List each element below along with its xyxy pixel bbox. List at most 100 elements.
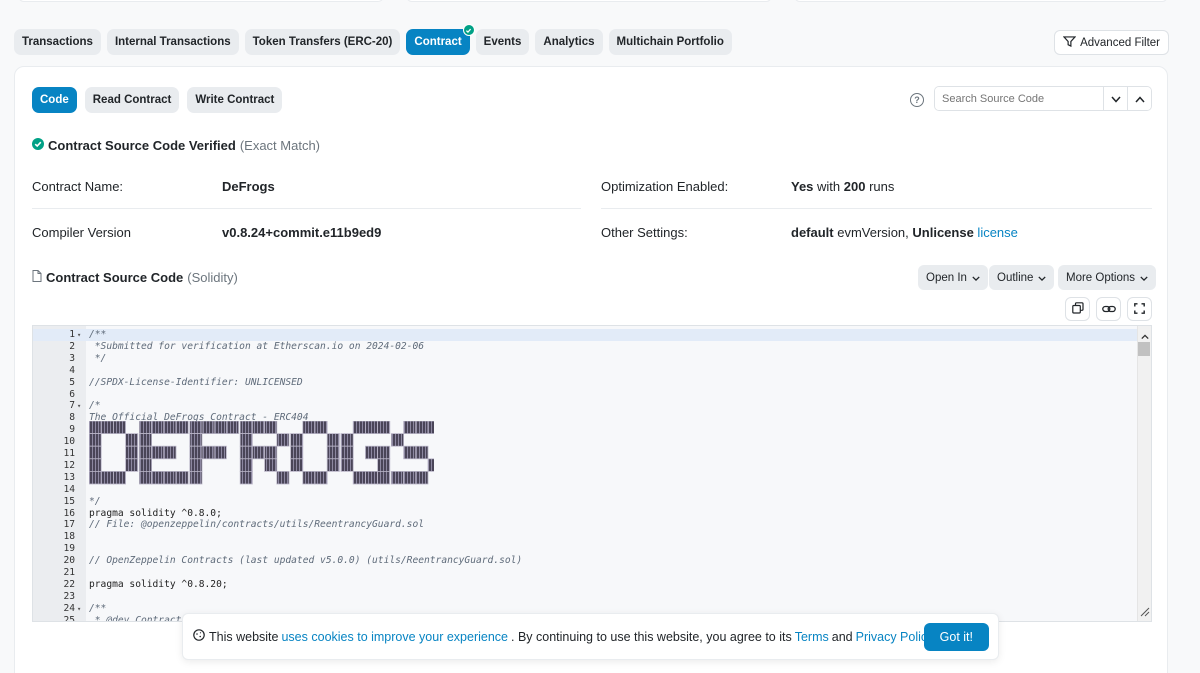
tab-transactions[interactable]: Transactions	[14, 29, 101, 55]
got-it-button[interactable]: Got it!	[923, 623, 989, 651]
ascii-pixel	[276, 471, 290, 485]
ascii-pixel	[264, 458, 278, 472]
open-in-dropdown[interactable]: Open In	[918, 265, 988, 290]
line-number: 11	[63, 448, 75, 459]
line-number: 5	[69, 376, 75, 388]
ascii-pixel	[427, 421, 434, 435]
ascii-pixel	[163, 421, 177, 435]
ascii-pixel	[139, 458, 153, 472]
resize-handle-icon[interactable]	[1139, 605, 1150, 620]
advanced-filter-button[interactable]: Advanced Filter	[1054, 30, 1169, 55]
ascii-pixel	[239, 445, 253, 460]
outline-dropdown[interactable]: Outline	[989, 265, 1055, 290]
source-code-title-text: Contract Source Code	[46, 270, 184, 285]
permalink-button[interactable]	[1096, 297, 1121, 321]
ascii-pixel	[251, 421, 265, 435]
tab-internal-transactions[interactable]: Internal Transactions	[106, 29, 239, 55]
ascii-letter-o	[290, 421, 340, 485]
tab-multichain-portfolio[interactable]: Multichain Portfolio	[608, 29, 732, 55]
chevron-down-icon	[1140, 272, 1148, 284]
ascii-pixel	[340, 445, 354, 460]
line-number: 19	[63, 543, 75, 555]
cookie-text-mid: . By continuing to use this website, you…	[511, 629, 792, 644]
tab-events[interactable]: Events	[475, 29, 530, 55]
search-next-button[interactable]	[1103, 87, 1127, 110]
ascii-pixel	[139, 433, 153, 447]
ascii-pixel	[377, 421, 391, 435]
code-text: */	[89, 352, 107, 364]
code-line: 6	[33, 389, 1138, 401]
line-number: 25	[63, 614, 75, 622]
line-number: 17	[63, 519, 75, 531]
license-unlicense: Unlicense	[912, 225, 974, 240]
fold-toggle-icon[interactable]: ▾	[77, 400, 81, 412]
ascii-pixel	[89, 433, 102, 447]
ascii-pixel	[189, 433, 203, 447]
code-line: 22 pragma solidity ^0.8.20;	[33, 579, 1138, 591]
ascii-pixel	[326, 458, 340, 472]
ascii-pixel	[89, 458, 102, 472]
editor-scrollbar[interactable]	[1137, 326, 1151, 621]
ascii-pixel	[239, 458, 253, 472]
terms-link[interactable]: Terms	[795, 630, 829, 644]
code-line: 20 // OpenZeppelin Contracts (last update…	[33, 555, 1138, 567]
scroll-up-icon[interactable]	[1141, 328, 1149, 343]
divider	[601, 208, 1152, 209]
ascii-pixel	[125, 458, 139, 472]
code-line: 15 */	[33, 496, 1138, 508]
search-source-code-input[interactable]	[935, 87, 1103, 110]
address-tabs: Transactions Internal Transactions Token…	[14, 24, 732, 55]
optimization-label: Optimization Enabled:	[601, 179, 729, 194]
advanced-filter-label: Advanced Filter	[1080, 36, 1160, 49]
tab-contract[interactable]: Contract	[406, 24, 475, 55]
other-settings-label: Other Settings:	[601, 225, 688, 240]
ascii-pixel	[175, 421, 189, 435]
code-line: 7 ▾ /*	[33, 400, 1138, 412]
code-text: * @dev Contract	[89, 614, 182, 622]
line-number: 16	[63, 507, 75, 519]
line-number: 18	[63, 531, 75, 543]
privacy-policy-link[interactable]: Privacy Policy	[856, 630, 934, 644]
chevron-down-icon	[972, 272, 980, 284]
outline-label: Outline	[997, 271, 1034, 284]
ascii-letter-s	[390, 421, 434, 485]
code-line: 4	[33, 365, 1138, 377]
code-line: 2 *Submitted for verification at Ethersc…	[33, 341, 1138, 353]
evm-version-default: default	[791, 225, 834, 240]
ascii-pixel	[302, 421, 316, 435]
subtab-read-contract[interactable]: Read Contract	[84, 87, 180, 113]
ascii-pixel	[290, 433, 304, 447]
ascii-pixel	[403, 471, 417, 485]
fullscreen-button[interactable]	[1127, 297, 1152, 321]
code-line: 5 //SPDX-License-Identifier: UNLICENSED	[33, 377, 1138, 389]
ascii-pixel	[352, 421, 366, 435]
ascii-pixel	[189, 445, 203, 460]
ascii-pixel	[213, 421, 227, 435]
tab-token-transfers[interactable]: Token Transfers (ERC-20)	[244, 29, 401, 55]
cookie-policy-link[interactable]: uses cookies to improve your experience	[281, 630, 508, 644]
subtab-write-contract[interactable]: Write Contract	[187, 87, 283, 113]
ascii-pixel	[201, 421, 215, 435]
ascii-pixel	[163, 445, 177, 460]
scrollbar-thumb[interactable]	[1138, 342, 1150, 356]
ascii-pixel	[290, 458, 304, 472]
cookie-text-and: and	[831, 629, 853, 644]
fold-toggle-icon[interactable]: ▾	[77, 603, 81, 615]
line-number: 12	[63, 459, 75, 471]
fold-toggle-icon[interactable]: ▾	[77, 329, 81, 341]
code-subtabs: Code Read Contract Write Contract	[32, 87, 283, 113]
ascii-pixel	[139, 445, 153, 460]
code-editor[interactable]: 1 ▾/** 2 *Submitted for verification at Et…	[32, 325, 1152, 622]
source-code-lang: (Solidity)	[187, 270, 238, 285]
open-in-label: Open In	[926, 271, 967, 284]
more-options-dropdown[interactable]: More Options	[1058, 265, 1157, 290]
optimization-yes: Yes	[791, 179, 814, 194]
ascii-pixel	[415, 471, 429, 485]
license-link[interactable]: license	[974, 225, 1017, 240]
ascii-pixel	[151, 421, 165, 435]
search-prev-button[interactable]	[1127, 87, 1151, 110]
help-icon[interactable]: ?	[910, 93, 924, 107]
copy-button[interactable]	[1065, 297, 1090, 321]
subtab-code[interactable]: Code	[32, 87, 77, 113]
tab-analytics[interactable]: Analytics	[535, 29, 603, 55]
